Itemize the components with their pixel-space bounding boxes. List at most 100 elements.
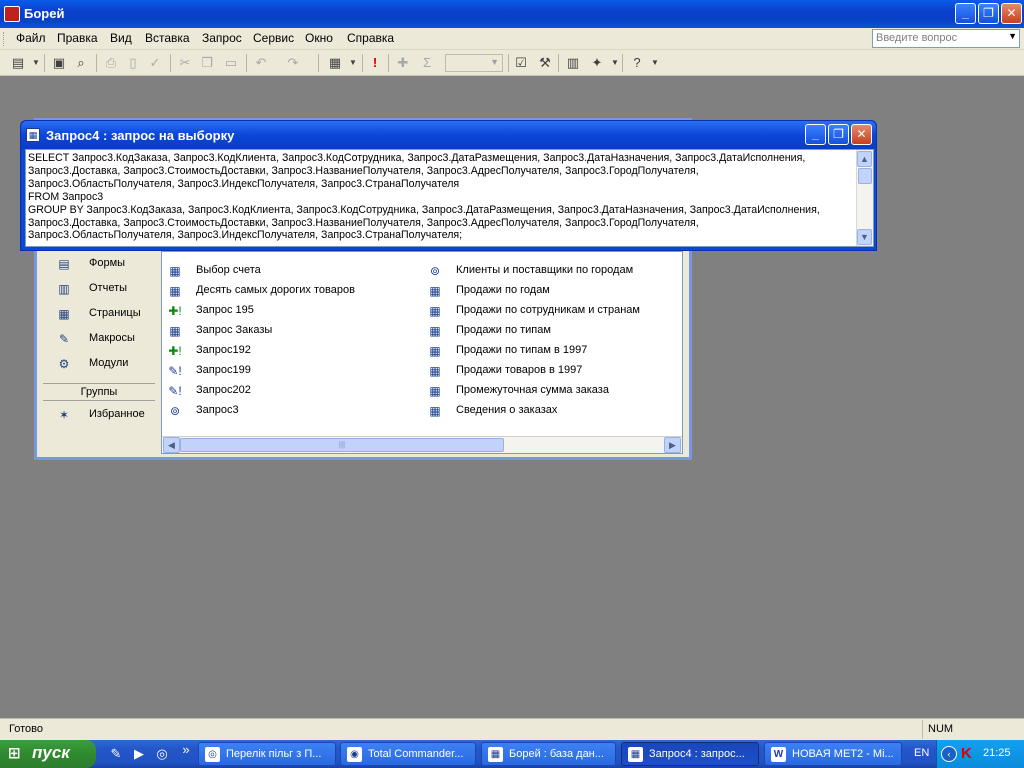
notepad-icon[interactable]: ✎	[108, 746, 124, 762]
print-preview-disabled-icon[interactable]: ▯	[124, 54, 142, 72]
taskbar-item-query4[interactable]: ▦ Запрос4 : запрос...	[621, 742, 759, 766]
help-icon[interactable]: ?	[628, 54, 646, 72]
kaspersky-icon[interactable]: K	[961, 745, 972, 762]
copy-icon[interactable]: ❐	[198, 54, 216, 72]
select-query-icon: ▦	[169, 284, 181, 298]
word-icon: W	[771, 747, 786, 762]
windows-logo-icon: ⊞	[8, 745, 21, 762]
run-icon[interactable]: !	[366, 54, 384, 72]
list-item-label: Клиенты и поставщики по городам	[456, 264, 634, 276]
menu-insert[interactable]: Вставка	[145, 31, 190, 45]
language-indicator[interactable]: EN	[914, 747, 929, 759]
app-title-bar[interactable]: Борей _ ❐ ✕	[0, 0, 1024, 28]
menu-query[interactable]: Запрос	[202, 31, 242, 45]
taskbar-item-opera[interactable]: ◎ Перелік пільг з П...	[198, 742, 336, 766]
sql-line: Запрос3.Доставка, Запрос3.СтоимостьДоста…	[28, 216, 699, 229]
objects-item-label: Формы	[89, 257, 126, 269]
list-item-label: Запрос199	[196, 364, 251, 376]
start-button[interactable]: ⊞ пуск	[0, 740, 96, 768]
sql-line: Запрос3.ОбластьПолучателя, Запрос3.Индек…	[28, 229, 463, 242]
taskbar-item-label: НОВАЯ МЕТ2 - Mi...	[792, 748, 894, 760]
spell-check-icon[interactable]: ✓	[146, 54, 164, 72]
list-item-label: Промежуточная сумма заказа	[456, 384, 609, 396]
access-icon: ▦	[488, 747, 503, 762]
save-icon[interactable]: ▣	[50, 54, 68, 72]
more-icon[interactable]: »	[178, 742, 194, 758]
list-item-label: Выбор счета	[196, 264, 261, 276]
chevron-down-icon[interactable]: ▼	[344, 54, 362, 72]
query-maximize-button[interactable]: ❐	[828, 124, 849, 145]
properties-icon[interactable]: ☑	[512, 54, 530, 72]
forms-icon: ▤	[58, 257, 70, 271]
select-query-icon: ▦	[429, 324, 441, 338]
toolbar-separator	[558, 54, 559, 72]
taskbar-item-total-commander[interactable]: ◉ Total Commander...	[340, 742, 476, 766]
print-icon[interactable]: ⎙	[102, 54, 120, 72]
taskbar-item-borey-db[interactable]: ▦ Борей : база дан...	[481, 742, 616, 766]
new-object-icon[interactable]: ✦	[588, 54, 606, 72]
menu-edit[interactable]: Правка	[57, 31, 98, 45]
clock[interactable]: 21:25	[983, 747, 1011, 759]
menu-view[interactable]: Вид	[110, 31, 132, 45]
select-query-icon: ▦	[169, 264, 181, 278]
help-search-input[interactable]: Введите вопрос ▼	[872, 29, 1020, 48]
scroll-down-icon[interactable]: ▼	[857, 229, 872, 245]
show-table-icon[interactable]: ✚	[394, 54, 412, 72]
chevron-down-icon[interactable]: ▼	[646, 54, 664, 72]
query-window-title-bar[interactable]: ▦ Запрос4 : запрос на выборку _ ❐ ✕	[21, 121, 876, 149]
system-tray: ‹ K 21:25	[936, 740, 1024, 768]
menu-help[interactable]: Справка	[347, 31, 394, 45]
macros-icon: ✎	[58, 332, 70, 346]
top-values-combo[interactable]: ▼	[445, 54, 503, 72]
menu-tools[interactable]: Сервис	[253, 31, 294, 45]
cut-icon[interactable]: ✂	[176, 54, 194, 72]
groups-item-label: Избранное	[89, 408, 145, 420]
tray-arrow-icon[interactable]: ‹	[941, 746, 957, 762]
undo-icon[interactable]: ↶	[252, 54, 270, 72]
groups-header[interactable]: Группы	[43, 383, 155, 401]
redo-icon[interactable]: ↷	[284, 54, 302, 72]
sql-editor[interactable]: SELECT Запрос3.КодЗаказа, Запрос3.КодКли…	[25, 149, 874, 247]
horizontal-scrollbar[interactable]: ◀ ||| ▶	[162, 436, 682, 453]
scroll-right-icon[interactable]: ▶	[664, 437, 681, 453]
opera-icon[interactable]: ◎	[154, 746, 170, 762]
chevron-down-icon[interactable]: ▼	[1008, 31, 1017, 41]
build-icon[interactable]: ⚒	[536, 54, 554, 72]
query-type-icon[interactable]: ▦	[326, 54, 344, 72]
query-window[interactable]: ▦ Запрос4 : запрос на выборку _ ❐ ✕ SELE…	[20, 120, 877, 251]
chevron-down-icon[interactable]: ▼	[27, 54, 45, 72]
app-title: Борей	[24, 6, 65, 21]
query-list[interactable]: ▦ Выбор счета ▦ Десять самых дорогих товар…	[161, 251, 683, 454]
query-minimize-button[interactable]: _	[805, 124, 826, 145]
vertical-scrollbar[interactable]: ▲ ▼	[856, 150, 873, 246]
scroll-thumb[interactable]	[858, 168, 872, 184]
scroll-left-icon[interactable]: ◀	[163, 437, 180, 453]
media-player-icon[interactable]: ▶	[131, 746, 147, 762]
opera-icon: ◎	[205, 747, 220, 762]
chevron-down-icon[interactable]: ▼	[490, 57, 499, 67]
scroll-thumb[interactable]: |||	[180, 438, 504, 452]
menu-window[interactable]: Окно	[305, 31, 333, 45]
database-window-icon[interactable]: ▥	[564, 54, 582, 72]
sql-text: SELECT Запрос3.КодЗаказа, Запрос3.КодКли…	[28, 152, 854, 242]
list-item-label: Запрос192	[196, 344, 251, 356]
menu-grip	[3, 32, 6, 46]
list-item-label: Десять самых дорогих товаров	[196, 284, 355, 296]
minimize-button[interactable]: _	[955, 3, 976, 24]
print-preview-icon[interactable]: ⌕	[72, 54, 90, 72]
scroll-up-icon[interactable]: ▲	[857, 151, 872, 167]
favorites-icon: ✶	[58, 408, 70, 422]
objects-item-label: Отчеты	[89, 282, 128, 294]
taskbar-item-word[interactable]: W НОВАЯ МЕТ2 - Mi...	[764, 742, 902, 766]
totals-icon[interactable]: Σ	[418, 54, 436, 72]
query-close-button[interactable]: ✕	[851, 124, 872, 145]
list-item-label: Запрос Заказы	[196, 324, 273, 336]
paste-icon[interactable]: ▭	[222, 54, 240, 72]
select-query-icon: ▦	[169, 324, 181, 338]
toolbar-separator	[96, 54, 97, 72]
groups-item-favorites[interactable]: ✶ Избранное	[49, 406, 161, 426]
close-button[interactable]: ✕	[1001, 3, 1022, 24]
view-icon[interactable]: ▤	[9, 54, 27, 72]
maximize-button[interactable]: ❐	[978, 3, 999, 24]
menu-file[interactable]: Файл	[16, 31, 46, 45]
